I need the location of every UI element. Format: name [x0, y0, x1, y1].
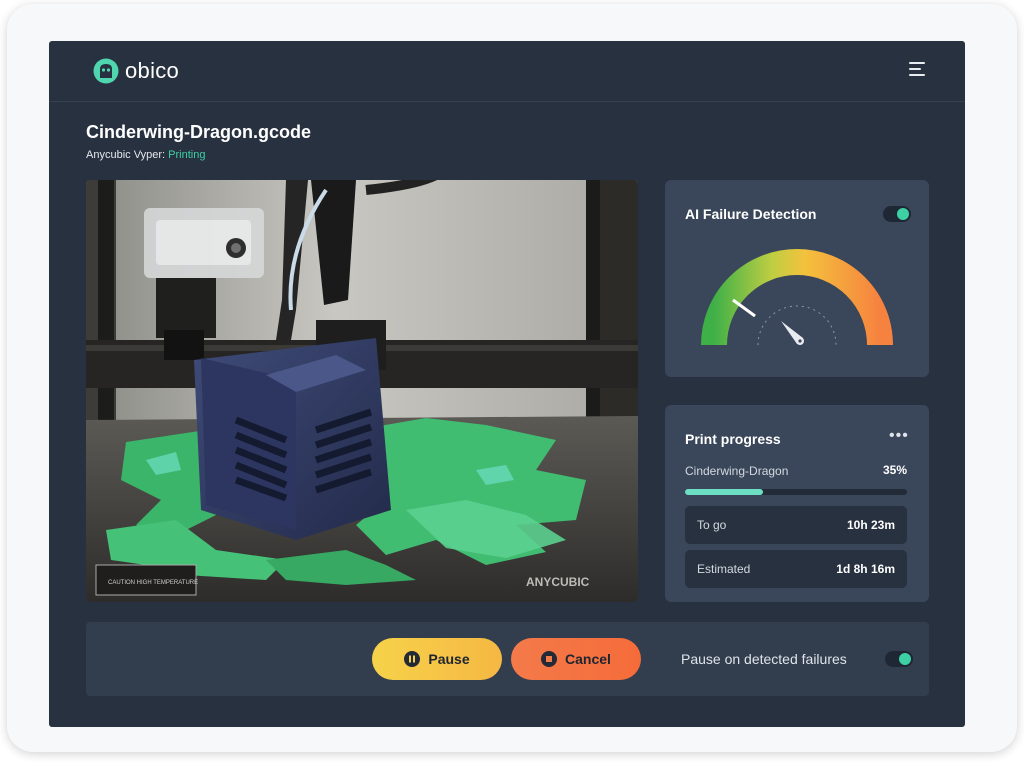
webcam-feed[interactable]: CAUTION HIGH TEMPERATURE ANYCUBIC: [86, 180, 638, 602]
bed-brand-label: ANYCUBIC: [526, 575, 590, 589]
print-control-bar: Pause Cancel Pause on detected failures: [86, 622, 929, 696]
logo-icon: [93, 58, 119, 84]
printer-status-line: Anycubic Vyper: Printing: [86, 149, 205, 161]
webcam-image: CAUTION HIGH TEMPERATURE ANYCUBIC: [86, 180, 638, 602]
estimated-time-label: Estimated: [697, 562, 751, 576]
print-progress-title: Print progress: [685, 431, 781, 447]
progress-percent: 35%: [882, 463, 907, 477]
printer-name: Anycubic Vyper:: [86, 149, 166, 161]
app-screen: obico Cinderwing-Dragon.gcode Anycubic V…: [49, 41, 965, 727]
ai-detection-toggle[interactable]: [883, 206, 911, 222]
estimated-time-row: Estimated 1d 8h 16m: [685, 550, 907, 588]
pause-icon: [404, 651, 421, 667]
ai-detection-title: AI Failure Detection: [685, 206, 817, 222]
device-frame: obico Cinderwing-Dragon.gcode Anycubic V…: [7, 4, 1017, 752]
obico-logo[interactable]: obico: [93, 57, 179, 85]
progress-bar-fill: [685, 489, 763, 495]
app-name: obico: [125, 58, 180, 83]
cancel-label: Cancel: [565, 651, 611, 667]
estimated-time-value: 1d 8h 16m: [836, 562, 895, 576]
print-job-title: Cinderwing-Dragon.gcode: [86, 122, 311, 142]
time-to-go-label: To go: [697, 518, 727, 532]
time-to-go-value: 10h 23m: [846, 518, 895, 532]
time-to-go-row: To go 10h 23m: [685, 506, 907, 544]
top-bar: obico: [49, 41, 965, 102]
bed-warning-label: CAUTION HIGH TEMPERATURE: [108, 580, 198, 586]
printer-status: Printing: [168, 149, 206, 161]
ai-failure-detection-card: AI Failure Detection: [665, 180, 929, 377]
hamburger-menu-icon[interactable]: [907, 59, 927, 79]
failure-gauge: [701, 249, 893, 346]
stop-icon: [541, 651, 558, 667]
auto-pause-toggle[interactable]: [885, 651, 913, 667]
cancel-button[interactable]: Cancel: [511, 638, 641, 680]
pause-label: Pause: [428, 651, 470, 667]
more-options-icon[interactable]: •••: [889, 427, 909, 445]
print-progress-card: Print progress ••• Cinderwing-Dragon 35%…: [665, 405, 929, 602]
progress-file-name: Cinderwing-Dragon: [685, 464, 789, 478]
pause-button[interactable]: Pause: [372, 638, 502, 680]
progress-bar: [685, 489, 907, 495]
auto-pause-label: Pause on detected failures: [681, 651, 847, 667]
